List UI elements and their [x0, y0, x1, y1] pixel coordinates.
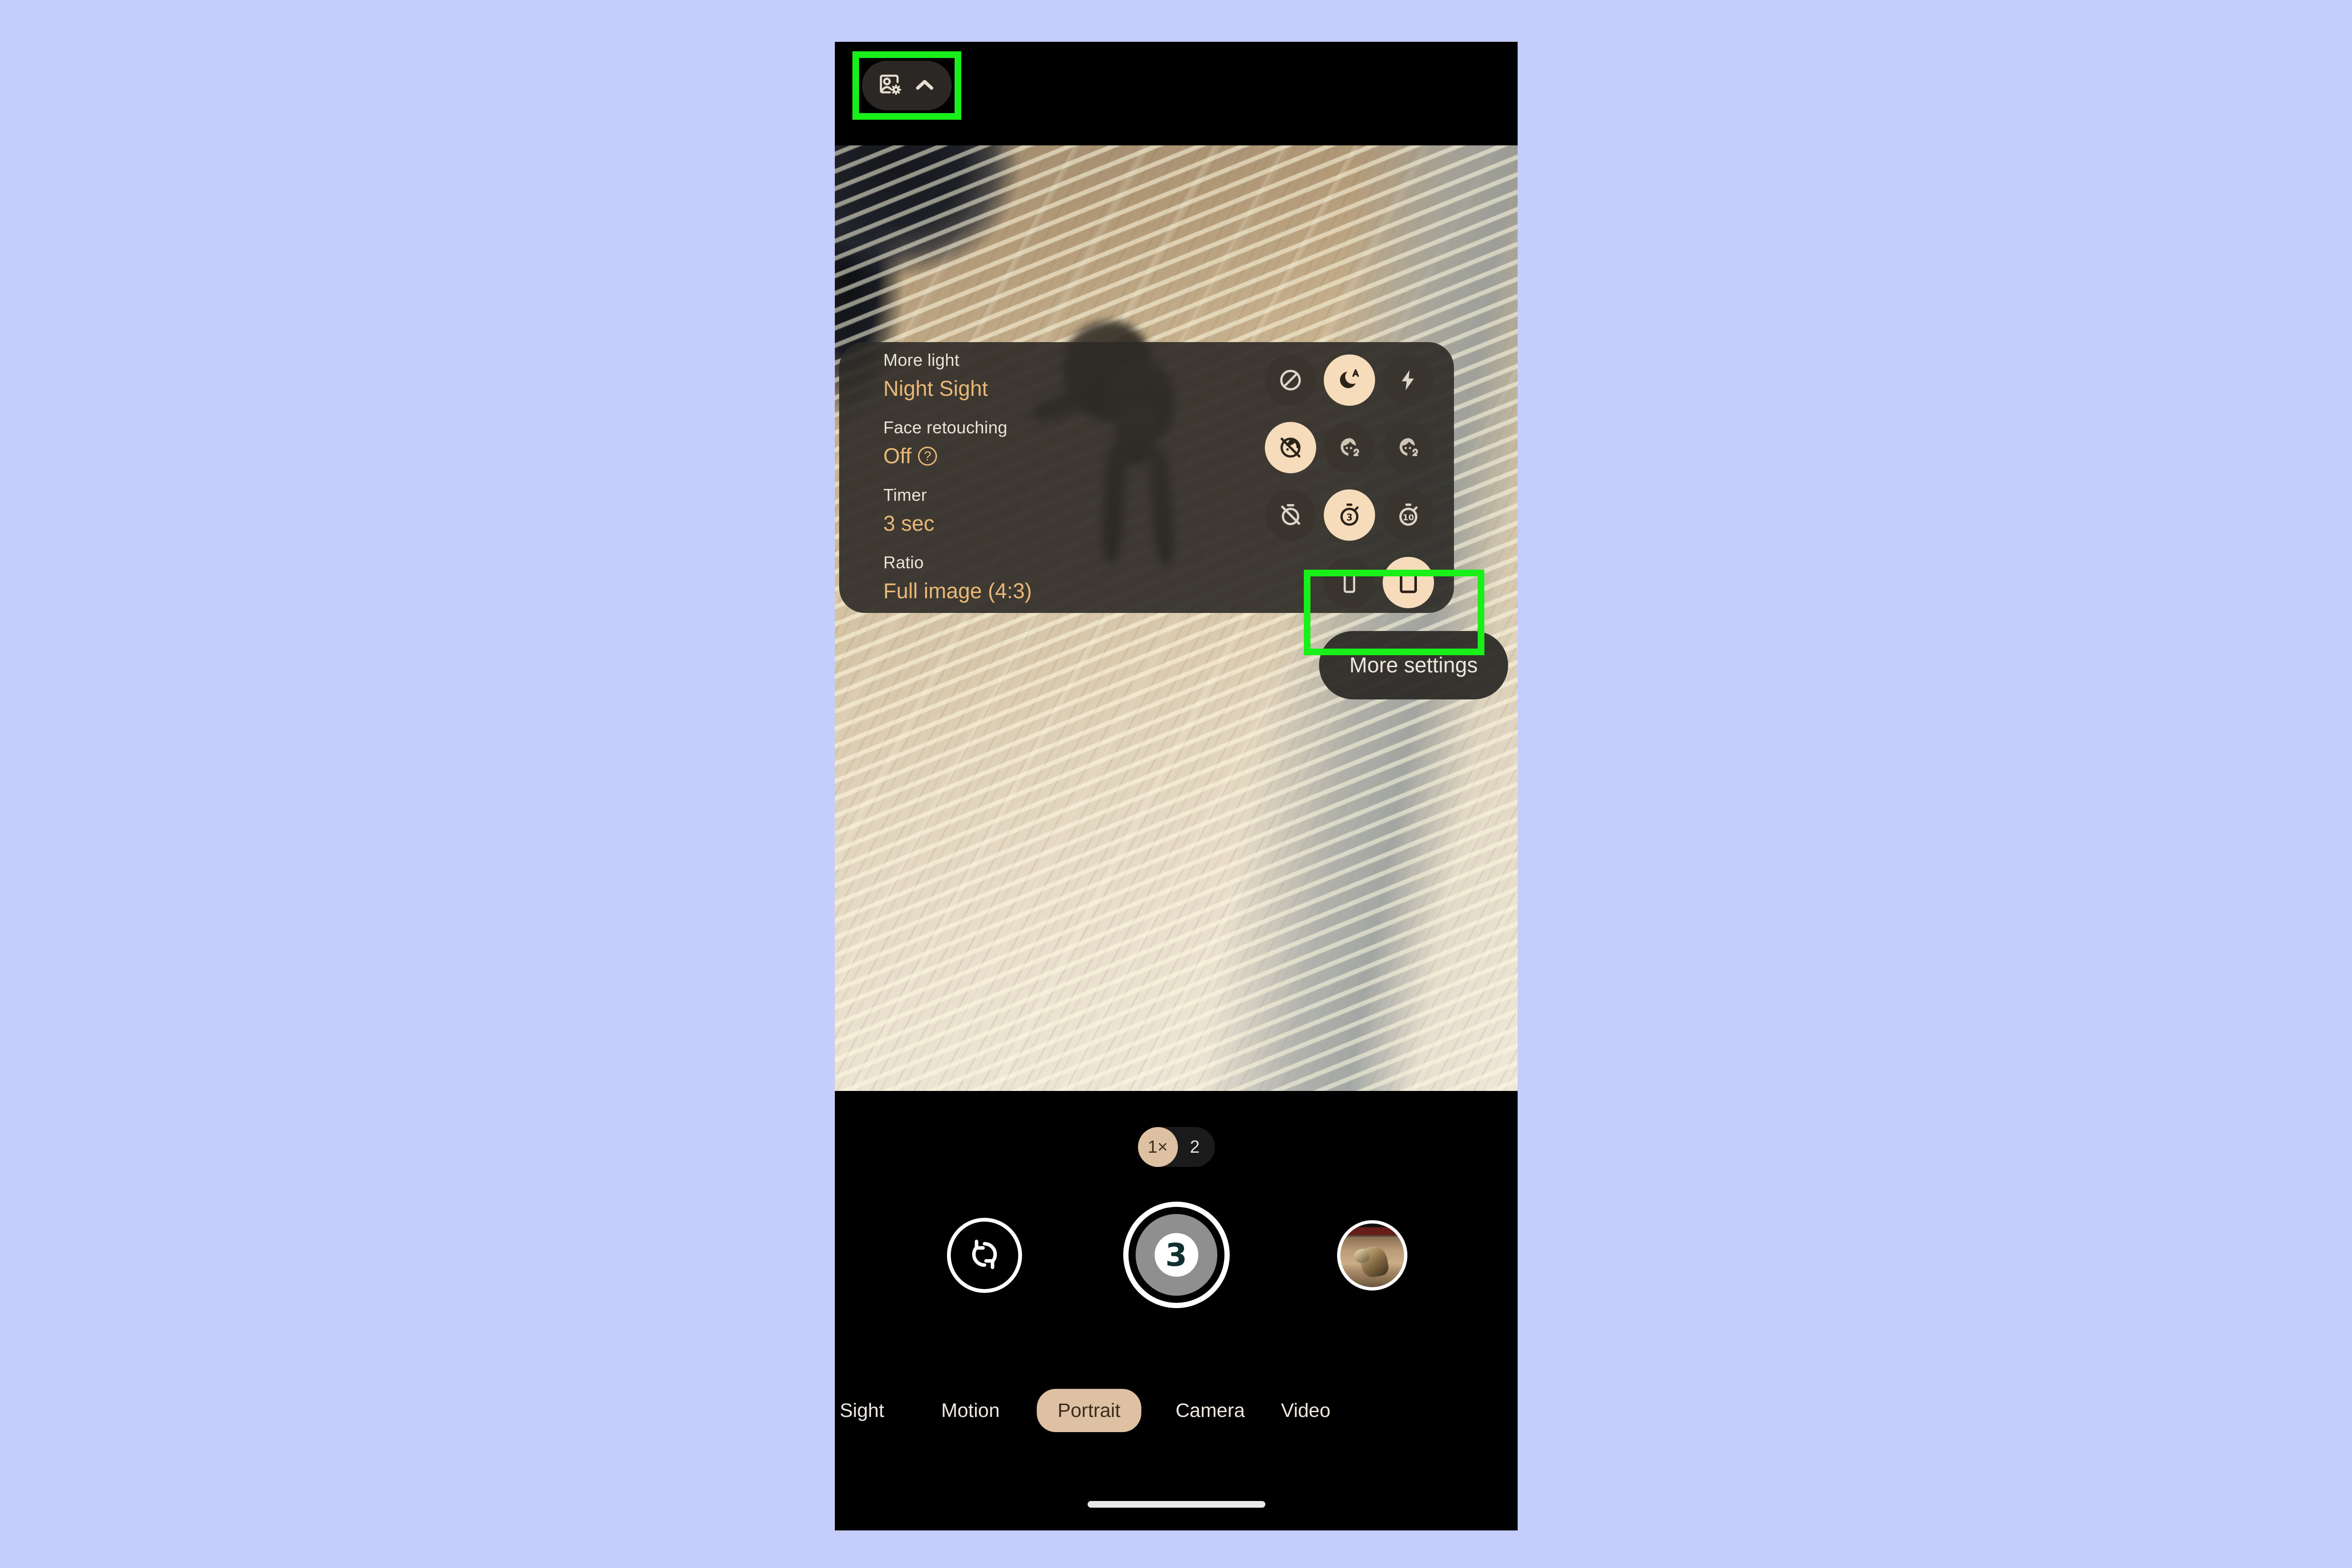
setting-row-more-light: More light Night Sight	[839, 350, 1454, 417]
camera-top-bar	[835, 42, 1518, 145]
setting-label: More light	[883, 350, 960, 370]
setting-value: Full image (4:3)	[883, 578, 1032, 604]
setting-value: 3 sec	[883, 510, 935, 537]
face-retouch-subtle-icon	[1395, 434, 1422, 461]
option-off[interactable]	[1265, 354, 1316, 406]
thumb-decor-band	[1347, 1227, 1398, 1235]
option-timer-off[interactable]	[1265, 489, 1316, 541]
setting-value: Night Sight	[883, 375, 988, 402]
shutter-timer-count: 3	[1154, 1233, 1198, 1277]
chevron-up-icon	[913, 73, 937, 99]
setting-label: Face retouching	[883, 418, 1008, 437]
option-face-retouch-subtle[interactable]	[1383, 422, 1434, 473]
option-group-more-light	[1265, 354, 1434, 406]
setting-row-face-retouching: Face retouching Off ?	[839, 417, 1454, 485]
mode-portrait[interactable]: Portrait	[1036, 1388, 1142, 1432]
mode-camera[interactable]: Camera	[1176, 1389, 1245, 1432]
setting-text-face-retouching: Face retouching Off ?	[883, 417, 1007, 469]
option-timer-3-sec[interactable]: 3	[1324, 489, 1375, 541]
mode-video[interactable]: Video	[1281, 1389, 1330, 1432]
setting-label: Ratio	[883, 553, 924, 572]
quick-settings-panel: More light Night Sight Face retouching O…	[839, 342, 1454, 613]
setting-label: Timer	[883, 485, 927, 505]
timer-3-icon: 3	[1336, 502, 1363, 528]
mode-motion[interactable]: Motion	[941, 1389, 1000, 1432]
shutter-button[interactable]: 3	[1123, 1202, 1230, 1308]
option-group-ratio	[1324, 557, 1434, 608]
moon-auto-icon	[1336, 366, 1363, 394]
option-ratio-4-3[interactable]	[1383, 557, 1434, 608]
more-settings-button[interactable]: More settings	[1319, 631, 1508, 699]
setting-text-more-light: More light Night Sight	[883, 350, 988, 402]
zoom-1x-button[interactable]: 1×	[1138, 1127, 1178, 1167]
timer-off-icon	[1278, 502, 1303, 528]
zoom-2x-button[interactable]: 2	[1178, 1137, 1215, 1157]
camera-settings-toggle[interactable]	[862, 61, 952, 110]
block-icon	[1278, 367, 1303, 393]
face-retouch-natural-icon	[1336, 434, 1363, 461]
flash-icon	[1396, 367, 1421, 393]
setting-value-text: 3 sec	[883, 511, 935, 535]
shutter-inner-ring: 3	[1135, 1214, 1217, 1296]
flip-camera-button[interactable]	[947, 1218, 1022, 1293]
help-icon[interactable]: ?	[918, 447, 937, 466]
setting-value: Off ?	[883, 443, 1007, 469]
flip-camera-icon	[965, 1234, 1004, 1277]
face-retouch-off-icon	[1277, 434, 1304, 461]
setting-value-text: Off	[883, 444, 912, 468]
mode-night-sight[interactable]: ght Sight	[835, 1389, 884, 1432]
option-timer-10-sec[interactable]: 10	[1383, 489, 1434, 541]
option-face-retouch-off[interactable]	[1265, 422, 1316, 473]
option-face-retouch-natural[interactable]	[1324, 422, 1375, 473]
phone-frame: More light Night Sight Face retouching O…	[835, 42, 1518, 1530]
image-settings-icon	[878, 71, 904, 100]
setting-row-timer: Timer 3 sec 3 10	[839, 485, 1454, 552]
setting-row-ratio: Ratio Full image (4:3)	[839, 552, 1454, 620]
home-indicator[interactable]	[1087, 1501, 1265, 1508]
mode-selector: ght Sight Motion Portrait Camera Video	[835, 1382, 1518, 1439]
camera-bottom-controls: 1× 2 3 Sight Motion Portrait Camera Vide…	[835, 1091, 1518, 1530]
option-ratio-9-16[interactable]	[1324, 557, 1375, 608]
setting-text-timer: Timer 3 sec	[883, 485, 935, 537]
screenshot-canvas: More light Night Sight Face retouching O…	[0, 0, 2352, 1568]
shutter-controls-row: 3	[835, 1202, 1518, 1308]
option-group-timer: 3 10	[1265, 489, 1434, 541]
setting-value-text: Night Sight	[883, 376, 988, 401]
svg-text:10: 10	[1403, 513, 1414, 523]
timer-10-icon: 10	[1395, 502, 1422, 528]
setting-text-ratio: Ratio Full image (4:3)	[883, 552, 1032, 604]
option-night-sight-auto[interactable]	[1324, 354, 1375, 406]
setting-value-text: Full image (4:3)	[883, 579, 1032, 603]
option-flash[interactable]	[1383, 354, 1434, 406]
option-group-face-retouching	[1265, 422, 1434, 473]
ratio-tall-icon	[1337, 570, 1362, 595]
camera-preview[interactable]: More light Night Sight Face retouching O…	[835, 145, 1518, 1091]
zoom-selector: 1× 2	[1138, 1127, 1215, 1167]
gallery-thumbnail[interactable]	[1337, 1220, 1407, 1291]
svg-text:3: 3	[1346, 512, 1352, 523]
ratio-full-icon	[1396, 570, 1421, 595]
